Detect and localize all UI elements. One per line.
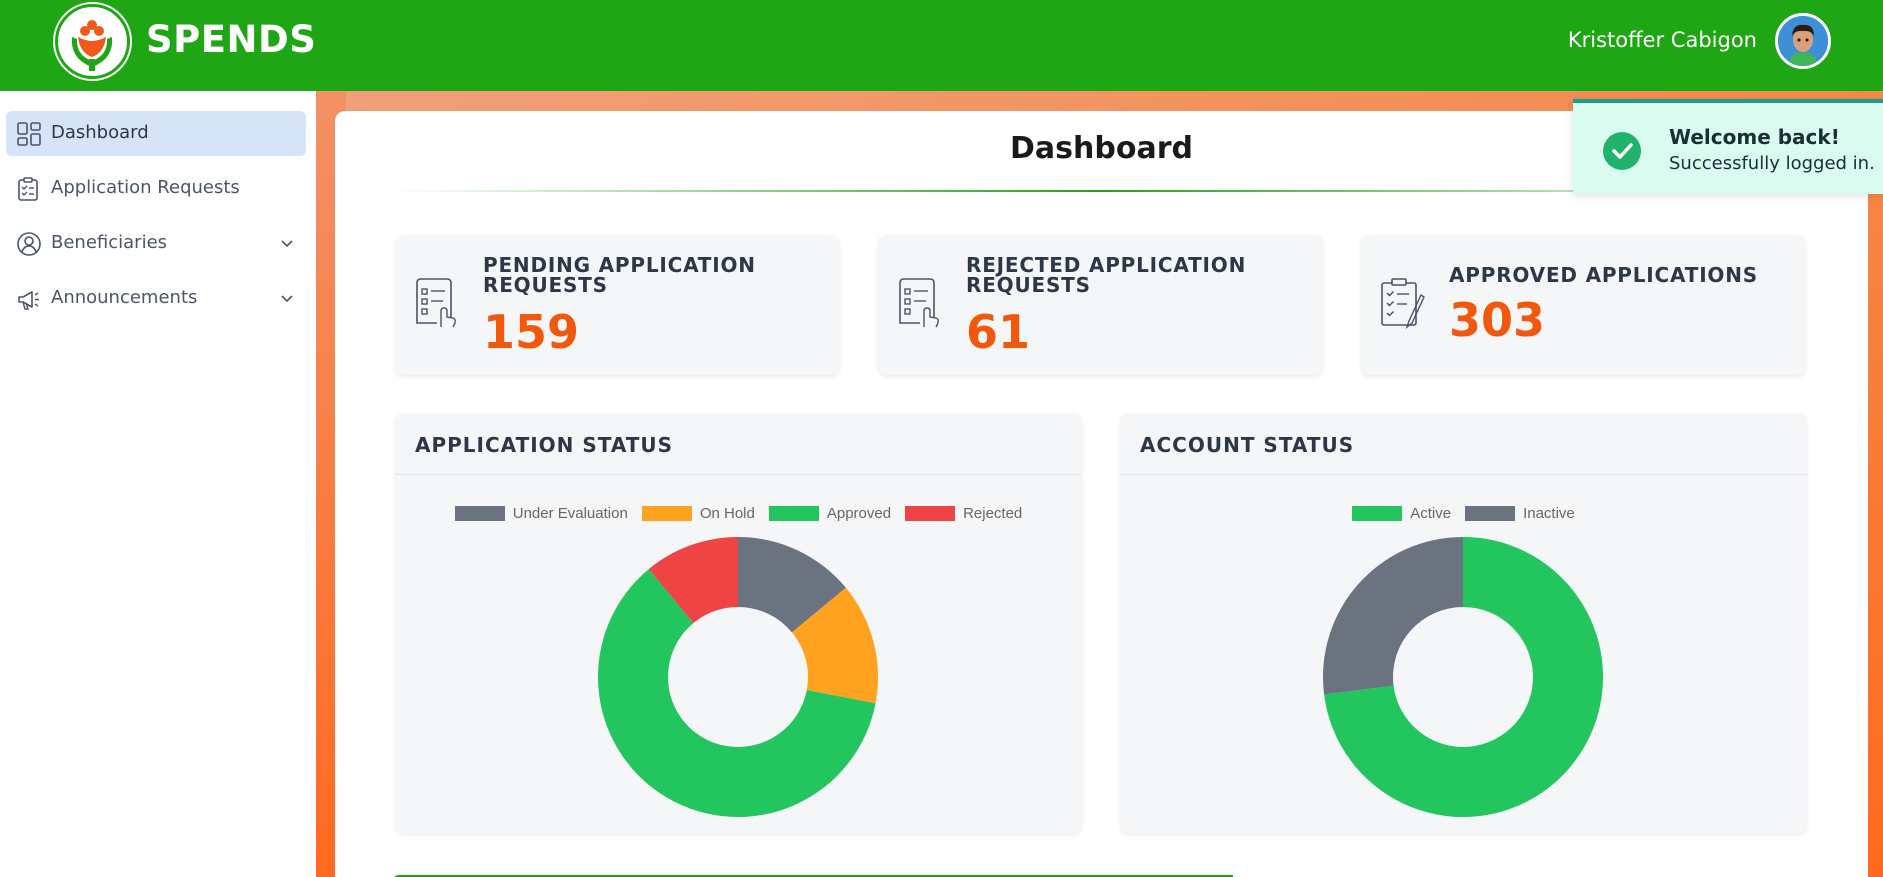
legend-item[interactable]: On Hold bbox=[641, 505, 755, 522]
application-status-donut bbox=[598, 537, 878, 817]
stat-value: 303 bbox=[1449, 293, 1546, 347]
legend-swatch bbox=[1352, 506, 1403, 521]
stat-card-pending: PENDING APPLICATION REQUESTS 159 bbox=[395, 235, 840, 375]
donut-slice-inactive[interactable] bbox=[1323, 537, 1463, 695]
stat-value: 159 bbox=[483, 305, 580, 359]
legend-swatch bbox=[768, 506, 819, 521]
legend-item[interactable]: Rejected bbox=[905, 505, 1022, 522]
sidebar-item-label: Dashboard bbox=[51, 122, 149, 143]
chart-divider bbox=[1120, 474, 1807, 475]
sidebar-item-application-requests[interactable]: Application Requests bbox=[6, 166, 306, 211]
megaphone-icon bbox=[18, 291, 39, 310]
sidebar-item-label: Beneficiaries bbox=[51, 232, 168, 253]
toast-notification[interactable]: Welcome back! Successfully logged in. bbox=[1573, 99, 1883, 194]
user-name[interactable]: Kristoffer Cabigon bbox=[1568, 28, 1757, 52]
document-list-icon bbox=[416, 278, 456, 328]
legend-item[interactable]: Approved bbox=[768, 505, 892, 522]
legend-swatch bbox=[1465, 506, 1516, 521]
account-status-donut bbox=[1323, 537, 1603, 817]
brand-name: SPENDS bbox=[146, 18, 317, 61]
user-circle-icon bbox=[17, 232, 41, 256]
chart-title: ACCOUNT STATUS bbox=[1140, 433, 1355, 457]
chevron-down-icon[interactable] bbox=[280, 237, 294, 251]
legend-label: On Hold bbox=[699, 505, 755, 522]
legend-item[interactable]: Inactive bbox=[1465, 505, 1575, 522]
sidebar-item-beneficiaries[interactable]: Beneficiaries bbox=[6, 221, 306, 266]
check-circle-icon bbox=[1603, 132, 1641, 170]
stat-card-approved: APPROVED APPLICATIONS 303 bbox=[1361, 235, 1806, 375]
avatar[interactable] bbox=[1775, 13, 1831, 69]
top-navbar: SPENDS Kristoffer Cabigon bbox=[0, 0, 1883, 91]
legend-label: Approved bbox=[826, 505, 892, 522]
legend-label: Rejected bbox=[963, 505, 1023, 522]
sidebar: Dashboard Application Requests Beneficia… bbox=[0, 91, 316, 877]
chart-legend: Active Inactive bbox=[1120, 505, 1807, 522]
sidebar-item-announcements[interactable]: Announcements bbox=[6, 276, 306, 321]
stat-label: PENDING APPLICATION REQUESTS bbox=[483, 253, 756, 297]
legend-label: Inactive bbox=[1523, 505, 1575, 522]
stat-label: APPROVED APPLICATIONS bbox=[1449, 263, 1758, 287]
stat-value: 61 bbox=[966, 305, 1031, 359]
stat-card-rejected: REJECTED APPLICATION REQUESTS 61 bbox=[878, 235, 1323, 375]
application-status-card: APPLICATION STATUS Under Evaluation On Ho… bbox=[395, 413, 1082, 833]
checklist-icon bbox=[1381, 278, 1425, 329]
sidebar-item-label: Announcements bbox=[51, 287, 198, 308]
legend-swatch bbox=[905, 506, 956, 521]
legend-swatch bbox=[454, 506, 505, 521]
document-list-icon bbox=[899, 278, 939, 328]
sidebar-item-label: Application Requests bbox=[51, 177, 240, 198]
clipboard-icon bbox=[18, 177, 38, 201]
toast-title: Welcome back! bbox=[1669, 125, 1840, 149]
logo[interactable] bbox=[55, 4, 130, 79]
legend-label: Under Evaluation bbox=[512, 505, 628, 522]
dashboard-panel: Dashboard PENDING APPLICATION REQUESTS 1… bbox=[335, 111, 1868, 877]
toast-message: Successfully logged in. bbox=[1669, 153, 1875, 174]
legend-item[interactable]: Active bbox=[1352, 505, 1451, 522]
legend-item[interactable]: Under Evaluation bbox=[454, 505, 628, 522]
chart-legend: Under Evaluation On Hold Approved Rejected bbox=[395, 505, 1082, 522]
chart-divider bbox=[395, 474, 1082, 475]
dashboard-icon bbox=[17, 122, 41, 146]
sidebar-item-dashboard[interactable]: Dashboard bbox=[6, 111, 306, 156]
chevron-down-icon[interactable] bbox=[280, 292, 294, 306]
account-status-card: ACCOUNT STATUS Active Inactive bbox=[1120, 413, 1807, 833]
legend-label: Active bbox=[1410, 505, 1452, 522]
legend-swatch bbox=[641, 506, 692, 521]
stat-label: REJECTED APPLICATION REQUESTS bbox=[966, 253, 1247, 297]
chart-title: APPLICATION STATUS bbox=[415, 433, 674, 457]
